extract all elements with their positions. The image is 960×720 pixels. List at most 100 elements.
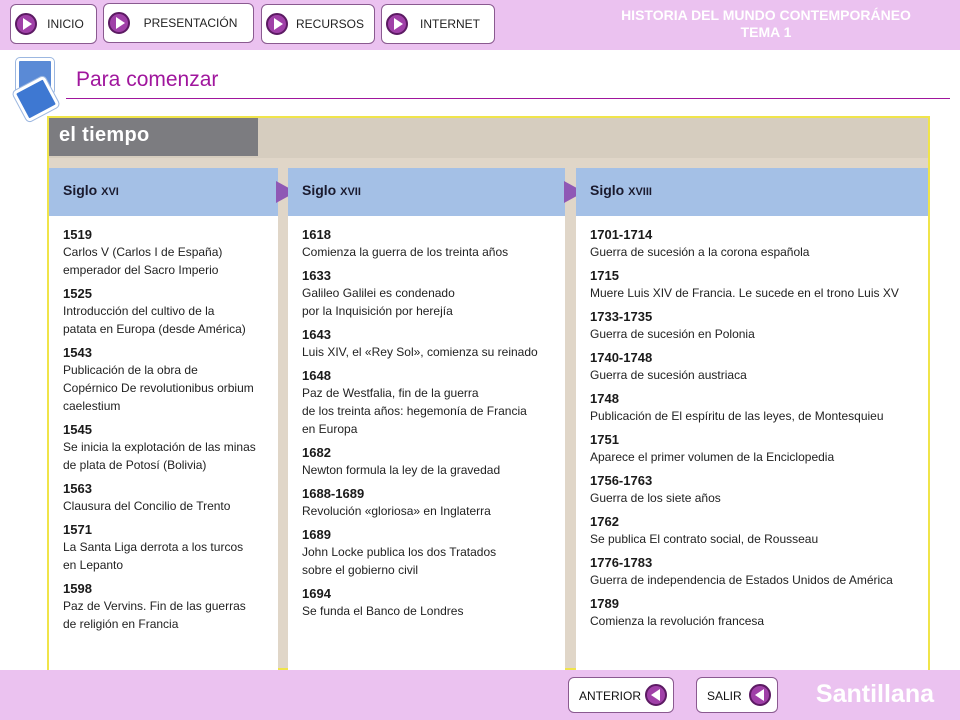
recursos-button[interactable]: RECURSOS	[261, 4, 375, 44]
entry-description: Guerra de sucesión austriaca	[590, 368, 747, 382]
entry-description: Luis XIV, el «Rey Sol», comienza su rein…	[302, 345, 538, 359]
timeline-entry: 1776-1783 Guerra de independencia de Esta…	[590, 554, 920, 589]
column-header-century: XVIII	[628, 186, 652, 198]
entry-description: Se inicia la explotación de las minas de…	[63, 440, 256, 472]
anterior-button[interactable]: ANTERIOR	[568, 677, 674, 713]
entry-description: Newton formula la ley de la gravedad	[302, 463, 501, 477]
timeline-entry: 1756-1763 Guerra de los siete años	[590, 472, 920, 507]
inicio-button[interactable]: INICIO	[10, 4, 97, 44]
entry-year: 1688-1689	[302, 486, 365, 501]
entry-year: 1571	[63, 522, 92, 537]
entry-year: 1525	[63, 286, 92, 301]
title-divider	[66, 98, 950, 99]
entry-description: Guerra de independencia de Estados Unido…	[590, 573, 893, 587]
column-header: Siglo XVIII	[576, 168, 928, 216]
entry-description: Guerra de los siete años	[590, 491, 721, 505]
entry-list: 1519 Carlos V (Carlos I de España) empera…	[49, 216, 278, 633]
recursos-label: RECURSOS	[295, 17, 364, 31]
entry-description: Se publica El contrato social, de Rousse…	[590, 532, 819, 546]
entry-description: Comienza la revolución francesa	[590, 614, 765, 628]
timeline-entry: 1519 Carlos V (Carlos I de España) empera…	[63, 226, 270, 279]
timeline-entry: 1643 Luis XIV, el «Rey Sol», comienza su …	[302, 326, 557, 361]
timeline-entry: 1648 Paz de Westfalia, fin de la guerra d…	[302, 367, 557, 438]
bottom-nav-bar: ANTERIOR SALIR Santillana	[0, 670, 960, 720]
timeline-entry: 1543 Publicación de la obra de Copérnico …	[63, 344, 270, 415]
timeline-entry: 1633 Galileo Galilei es condenado por la …	[302, 267, 557, 320]
inicio-label: INICIO	[47, 17, 84, 31]
timeline-entry: 1789 Comienza la revolución francesa	[590, 595, 920, 630]
timeline-entry: 1748 Publicación de El espíritu de las le…	[590, 390, 920, 425]
column-header: Siglo XVII	[288, 168, 565, 216]
column-header-label: Siglo	[63, 182, 102, 198]
timeline-entry: 1563 Clausura del Concilio de Trento	[63, 480, 270, 515]
entry-year: 1776-1783	[590, 555, 653, 570]
timeline-entry: 1740-1748 Guerra de sucesión austriaca	[590, 349, 920, 384]
entry-description: Publicación de la obra de Copérnico De r…	[63, 363, 254, 413]
entry-description: Publicación de El espíritu de las leyes,…	[590, 409, 884, 423]
entry-description: Galileo Galilei es condenado por la Inqu…	[302, 286, 455, 318]
entry-list: 1701-1714 Guerra de sucesión a la corona …	[576, 216, 928, 630]
section-icon	[12, 58, 60, 124]
timeline-entry: 1618 Comienza la guerra de los treinta añ…	[302, 226, 557, 261]
salir-button[interactable]: SALIR	[696, 677, 778, 713]
timeline-entry: 1525 Introducción del cultivo de la patat…	[63, 285, 270, 338]
entry-year: 1643	[302, 327, 331, 342]
entry-year: 1789	[590, 596, 619, 611]
entry-description: Clausura del Concilio de Trento	[63, 499, 231, 513]
entry-year: 1682	[302, 445, 331, 460]
timeline-entry: 1715 Muere Luis XIV de Francia. Le sucede…	[590, 267, 920, 302]
back-icon	[749, 684, 771, 706]
entry-year: 1694	[302, 586, 331, 601]
entry-description: Paz de Vervins. Fin de las guerras de re…	[63, 599, 246, 631]
timeline-entry: 1689 John Locke publica los dos Tratados …	[302, 526, 557, 579]
timeline-banner: el tiempo	[49, 118, 928, 158]
internet-label: INTERNET	[420, 17, 480, 31]
entry-year: 1545	[63, 422, 92, 437]
entry-year: 1701-1714	[590, 227, 653, 242]
entry-year: 1543	[63, 345, 92, 360]
timeline-entry: 1571 La Santa Liga derrota a los turcos e…	[63, 521, 270, 574]
entry-year: 1633	[302, 268, 331, 283]
presentacion-button[interactable]: PRESENTACIÓN	[103, 3, 254, 43]
entry-year: 1762	[590, 514, 619, 529]
entry-year: 1715	[590, 268, 619, 283]
entry-description: Introducción del cultivo de la patata en…	[63, 304, 246, 336]
entry-description: Muere Luis XIV de Francia. Le sucede en …	[590, 286, 899, 300]
entry-year: 1733-1735	[590, 309, 653, 324]
entry-year: 1618	[302, 227, 331, 242]
column-header-label: Siglo	[302, 182, 341, 198]
timeline-panel: el tiempo Siglo XVI 1519 Carlos V (Carlos…	[47, 116, 930, 670]
salir-label: SALIR	[707, 689, 742, 703]
entry-year: 1748	[590, 391, 619, 406]
entry-description: Paz de Westfalia, fin de la guerra de lo…	[302, 386, 527, 436]
century-column-xviii: Siglo XVIII 1701-1714 Guerra de sucesión …	[576, 168, 928, 670]
timeline-entry: 1545 Se inicia la explotación de las mina…	[63, 421, 270, 474]
entry-year: 1648	[302, 368, 331, 383]
timeline-entry: 1598 Paz de Vervins. Fin de las guerras d…	[63, 580, 270, 633]
app-title-line2: TEMA 1	[740, 24, 792, 40]
presentacion-label: PRESENTACIÓN	[143, 16, 238, 30]
internet-button[interactable]: INTERNET	[381, 4, 495, 44]
top-nav-bar: INICIO PRESENTACIÓN RECURSOS INTERNET HI…	[0, 0, 960, 50]
banner-title: el tiempo	[49, 118, 258, 156]
entry-description: Carlos V (Carlos I de España) emperador …	[63, 245, 223, 277]
back-icon	[645, 684, 667, 706]
entry-description: Se funda el Banco de Londres	[302, 604, 464, 618]
entry-description: La Santa Liga derrota a los turcos en Le…	[63, 540, 244, 572]
entry-year: 1689	[302, 527, 331, 542]
entry-year: 1751	[590, 432, 619, 447]
entry-description: Revolución «gloriosa» en Inglaterra	[302, 504, 491, 518]
brand-logo: Santillana	[815, 680, 934, 708]
timeline-entry: 1688-1689 Revolución «gloriosa» en Inglat…	[302, 485, 557, 520]
timeline-entry: 1733-1735 Guerra de sucesión en Polonia	[590, 308, 920, 343]
entry-year: 1598	[63, 581, 92, 596]
entry-description: John Locke publica los dos Tratados sobr…	[302, 545, 497, 577]
anterior-label: ANTERIOR	[579, 689, 642, 703]
entry-year: 1519	[63, 227, 92, 242]
entry-description: Guerra de sucesión a la corona española	[590, 245, 810, 259]
timeline-entry: 1682 Newton formula la ley de la gravedad	[302, 444, 557, 479]
entry-description: Comienza la guerra de los treinta años	[302, 245, 509, 259]
app-title-line1: HISTORIA DEL MUNDO CONTEMPORÁNEO	[621, 7, 911, 23]
entry-list: 1618 Comienza la guerra de los treinta añ…	[288, 216, 565, 620]
timeline-entry: 1701-1714 Guerra de sucesión a la corona …	[590, 226, 920, 261]
